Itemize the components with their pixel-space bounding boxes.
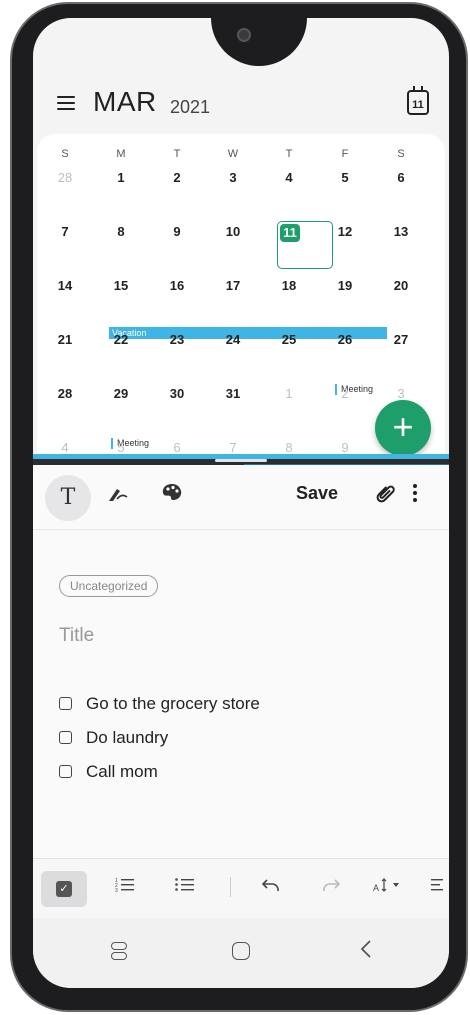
calendar-day[interactable]: 9 xyxy=(149,224,205,239)
calendar-day[interactable]: 27 xyxy=(373,332,429,347)
calendar-day[interactable]: 5 xyxy=(317,170,373,185)
title-field[interactable]: Title xyxy=(59,625,94,647)
weekday-label: F xyxy=(341,148,349,160)
undo-icon[interactable] xyxy=(261,877,281,898)
attach-icon[interactable] xyxy=(366,479,400,513)
calendar-day[interactable]: 10 xyxy=(205,224,261,239)
calendar-day[interactable]: 8 xyxy=(261,440,317,455)
checklist-item-text: Do laundry xyxy=(86,728,169,747)
save-button[interactable]: Save xyxy=(296,483,338,504)
checklist-item-text: Call mom xyxy=(86,762,158,781)
calendar-day[interactable]: 7 xyxy=(205,440,261,455)
calendar-day[interactable]: 21 xyxy=(37,332,93,347)
calendar-day[interactable]: 22 xyxy=(93,332,149,347)
calendar-day[interactable]: 1 xyxy=(261,386,317,401)
notes-toolbar: T Save xyxy=(33,465,449,529)
font-size-icon[interactable]: A xyxy=(373,877,407,898)
palette-icon[interactable] xyxy=(161,483,182,501)
split-view-handle[interactable] xyxy=(215,459,267,462)
weekday-label: T xyxy=(173,148,181,160)
calendar-day[interactable]: 5 xyxy=(93,440,149,455)
calendar-day[interactable]: 4 xyxy=(261,170,317,185)
numbered-list-icon[interactable]: 123 xyxy=(115,877,135,898)
align-icon[interactable] xyxy=(431,877,445,898)
calendar-day[interactable]: 3 xyxy=(205,170,261,185)
calendar-day[interactable]: 25 xyxy=(261,332,317,347)
add-event-button[interactable]: + xyxy=(375,400,431,456)
calendar-day[interactable]: 17 xyxy=(205,278,261,293)
weekday-label: S xyxy=(61,148,69,160)
weekday-label: S xyxy=(397,148,405,160)
weekday-label: T xyxy=(285,148,293,160)
calendar-day[interactable]: 7 xyxy=(37,224,93,239)
svg-text:3: 3 xyxy=(115,888,118,893)
calendar-day[interactable]: 26 xyxy=(317,332,373,347)
camera-icon xyxy=(237,28,251,42)
calendar-day[interactable]: 2 xyxy=(317,386,373,401)
checklist-item[interactable]: Do laundry xyxy=(59,727,168,749)
weekday-label: W xyxy=(227,148,239,160)
back-icon[interactable] xyxy=(359,938,373,966)
bulleted-list-icon[interactable] xyxy=(175,877,195,898)
checkbox[interactable] xyxy=(59,697,72,710)
year-label[interactable]: 2021 xyxy=(170,97,210,118)
calendar-day[interactable]: 2 xyxy=(149,170,205,185)
format-toolbar: ✓ 123 A xyxy=(33,858,449,918)
calendar-day[interactable]: 12 xyxy=(317,224,373,239)
redo-icon[interactable] xyxy=(321,877,341,898)
calendar-day[interactable]: 8 xyxy=(93,224,149,239)
calendar-day[interactable]: 20 xyxy=(373,278,429,293)
month-calendar: S M T W T F S Vacation Meeting Meeting 2… xyxy=(37,134,445,464)
calendar-day[interactable]: 6 xyxy=(149,440,205,455)
toolbar-separator xyxy=(230,877,231,897)
checklist-item[interactable]: Go to the grocery store xyxy=(59,693,260,715)
system-nav-bar xyxy=(33,918,449,988)
checklist-item-text: Go to the grocery store xyxy=(86,694,260,713)
calendar-day[interactable]: 9 xyxy=(317,440,373,455)
weekday-label: M xyxy=(116,148,126,160)
svg-text:A: A xyxy=(373,883,379,893)
calendar-day[interactable]: 30 xyxy=(149,386,205,401)
calendar-day[interactable]: 23 xyxy=(149,332,205,347)
text-mode-button[interactable]: T xyxy=(45,475,91,521)
toolbar-divider xyxy=(33,529,449,530)
calendar-day[interactable]: 29 xyxy=(93,386,149,401)
checkbox[interactable] xyxy=(59,731,72,744)
today-calendar-icon[interactable]: 11 xyxy=(407,86,429,115)
notes-editor: T Save Uncategorized Title Go to the gro… xyxy=(33,465,449,905)
calendar-day[interactable]: 1 xyxy=(93,170,149,185)
more-options-icon[interactable] xyxy=(413,484,417,505)
calendar-day[interactable]: 16 xyxy=(149,278,205,293)
calendar-day[interactable]: 28 xyxy=(37,386,93,401)
calendar-header: MAR 2021 11 xyxy=(33,68,449,138)
calendar-day[interactable]: 3 xyxy=(373,386,429,401)
calendar-day[interactable]: 15 xyxy=(93,278,149,293)
category-chip[interactable]: Uncategorized xyxy=(59,575,159,597)
month-label[interactable]: MAR xyxy=(93,86,157,118)
calendar-day[interactable]: 31 xyxy=(205,386,261,401)
calendar-day[interactable]: 6 xyxy=(373,170,429,185)
checkbox[interactable] xyxy=(59,765,72,778)
home-icon[interactable] xyxy=(232,942,250,960)
menu-icon[interactable] xyxy=(57,96,75,110)
calendar-day[interactable]: 28 xyxy=(37,170,93,185)
screen: MAR 2021 11 S M T W T F S Vacation Meeti… xyxy=(33,18,449,988)
calendar-day[interactable]: 14 xyxy=(37,278,93,293)
recent-apps-icon[interactable] xyxy=(111,942,127,960)
calendar-day[interactable]: 19 xyxy=(317,278,373,293)
calendar-day[interactable]: 13 xyxy=(373,224,429,239)
display-notch xyxy=(211,18,307,66)
calendar-day[interactable]: 24 xyxy=(205,332,261,347)
checklist-toggle-button[interactable]: ✓ xyxy=(41,871,87,907)
pen-icon[interactable] xyxy=(107,485,129,508)
calendar-day[interactable]: 4 xyxy=(37,440,93,455)
calendar-day[interactable]: 18 xyxy=(261,278,317,293)
today-date[interactable]: 11 xyxy=(280,224,300,242)
checklist-item[interactable]: Call mom xyxy=(59,761,158,783)
